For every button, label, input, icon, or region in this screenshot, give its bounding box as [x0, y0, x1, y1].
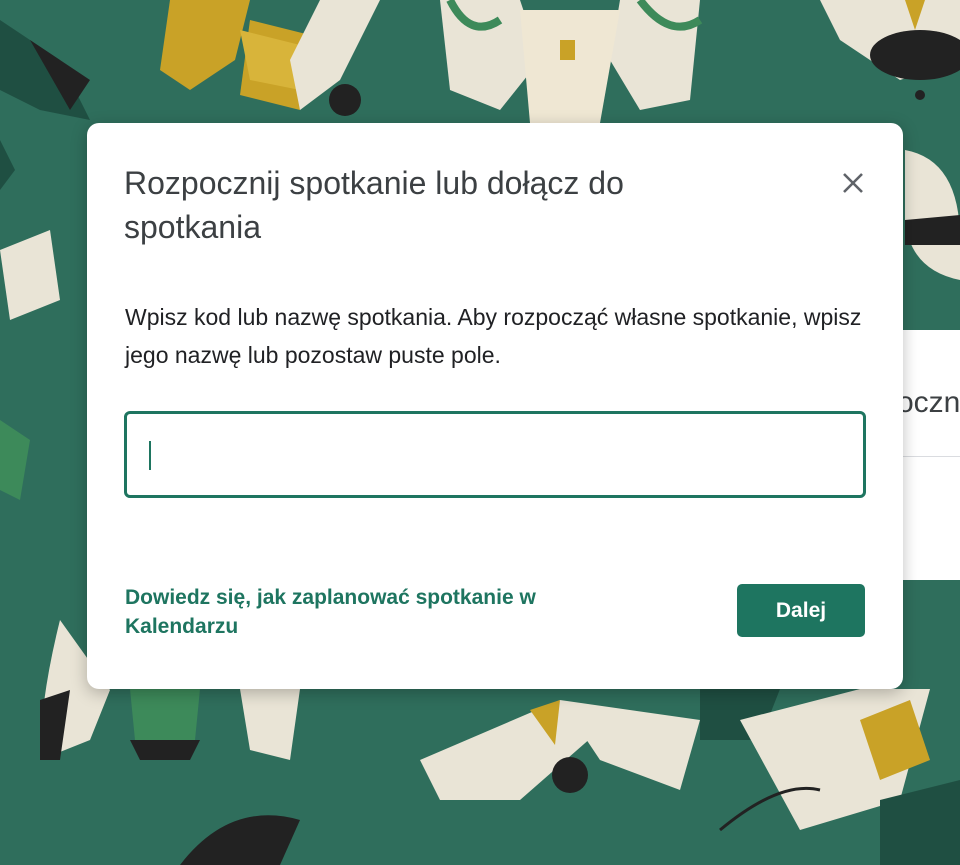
dialog-description: Wpisz kod lub nazwę spotkania. Aby rozpo…	[125, 304, 862, 368]
start-meeting-card-partial: ocznij	[903, 330, 960, 580]
text-caret	[149, 441, 151, 470]
dialog-title: Rozpocznij spotkanie lub dołącz do spotk…	[124, 165, 624, 245]
meeting-code-field	[124, 411, 866, 498]
meet-landing-page: ocznij Rozpocznij spotkanie lub dołącz d…	[0, 0, 960, 865]
bird-illustration-top-center	[440, 0, 703, 123]
close-button[interactable]	[829, 159, 877, 207]
close-icon	[843, 173, 863, 193]
next-button[interactable]: Dalej	[737, 584, 865, 637]
schedule-in-calendar-link[interactable]: Dowiedz się, jak zaplanować spotkanie w …	[125, 583, 595, 641]
start-or-join-meeting-dialog: Rozpocznij spotkanie lub dołącz do spotk…	[87, 123, 903, 689]
start-meeting-card-text: ocznij	[903, 386, 960, 419]
card-divider	[903, 456, 960, 457]
meeting-code-input[interactable]	[127, 414, 863, 495]
